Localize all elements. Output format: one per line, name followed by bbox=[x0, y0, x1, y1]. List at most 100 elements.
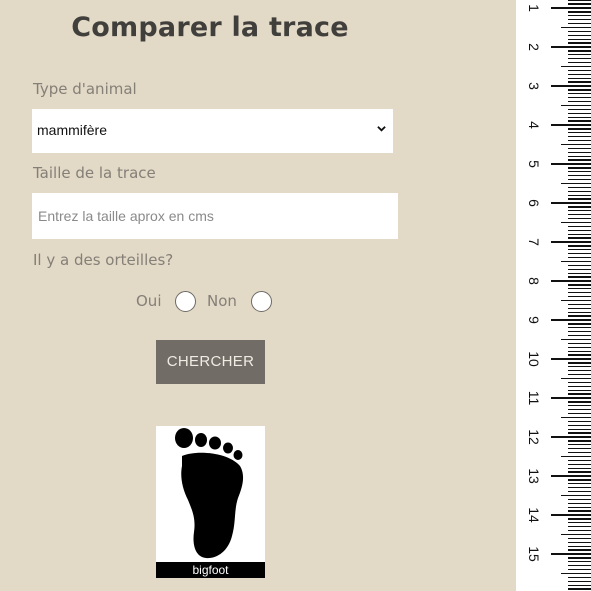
ruler-tick bbox=[568, 483, 591, 485]
ruler-tick bbox=[551, 202, 591, 204]
ruler-tick bbox=[568, 100, 591, 103]
ruler-tick bbox=[568, 175, 591, 177]
ruler-tick bbox=[568, 178, 591, 181]
ruler-tick bbox=[568, 331, 591, 333]
ruler-tick bbox=[551, 46, 591, 48]
chevron-down-icon bbox=[377, 126, 386, 132]
ruler-tick bbox=[568, 451, 591, 454]
size-label: Taille de la trace bbox=[33, 164, 156, 182]
ruler-tick bbox=[568, 295, 591, 298]
ruler-number: 3 bbox=[526, 82, 542, 90]
ruler-tick bbox=[568, 479, 591, 481]
size-input[interactable] bbox=[32, 193, 398, 239]
ruler-tick bbox=[568, 401, 591, 403]
ruler-tick bbox=[551, 436, 591, 438]
ruler-tick bbox=[568, 307, 591, 309]
ruler-tick bbox=[568, 440, 591, 442]
ruler-tick bbox=[568, 276, 591, 278]
ruler-tick bbox=[568, 245, 591, 247]
ruler-tick bbox=[568, 38, 591, 40]
ruler-tick bbox=[561, 65, 591, 68]
ruler-number: 11 bbox=[526, 390, 542, 406]
ruler-number: 13 bbox=[526, 468, 542, 484]
ruler-tick bbox=[568, 354, 591, 356]
ruler-tick bbox=[568, 561, 591, 563]
ruler-tick bbox=[568, 529, 591, 532]
ruler-tick bbox=[568, 366, 591, 368]
result-caption: bigfoot bbox=[156, 562, 265, 578]
ruler-tick bbox=[568, 510, 591, 512]
ruler-tick bbox=[561, 416, 591, 419]
ruler-tick bbox=[568, 463, 591, 465]
ruler-number: 9 bbox=[526, 316, 542, 324]
ruler-tick bbox=[568, 288, 591, 290]
ruler-tick bbox=[568, 97, 591, 99]
ruler-tick bbox=[568, 61, 591, 64]
ruler-tick bbox=[568, 350, 591, 352]
radio-oui[interactable] bbox=[175, 291, 196, 312]
ruler-tick bbox=[568, 34, 591, 36]
ruler-tick bbox=[568, 342, 591, 345]
ruler-tick bbox=[551, 319, 591, 321]
ruler-tick bbox=[551, 241, 591, 243]
ruler-tick bbox=[568, 15, 591, 17]
animal-type-select[interactable]: mammifère bbox=[32, 109, 393, 153]
ruler-tick bbox=[568, 69, 591, 72]
ruler-tick bbox=[568, 568, 591, 571]
animal-type-label: Type d'animal bbox=[33, 80, 137, 98]
ruler-tick bbox=[568, 327, 591, 329]
ruler-tick bbox=[568, 526, 591, 528]
ruler-tick bbox=[568, 549, 591, 551]
ruler-tick bbox=[568, 420, 591, 423]
ruler-tick bbox=[568, 139, 591, 142]
ruler-tick bbox=[568, 198, 591, 200]
ruler-tick bbox=[568, 292, 591, 294]
ruler-tick bbox=[568, 541, 591, 543]
ruler-tick bbox=[568, 19, 591, 21]
ruler-tick bbox=[551, 553, 591, 555]
ruler-tick bbox=[551, 280, 591, 282]
ruler-tick bbox=[568, 498, 591, 501]
result-card[interactable]: bigfoot bbox=[156, 426, 265, 578]
ruler-number: 10 bbox=[526, 351, 542, 367]
ruler-tick bbox=[561, 533, 591, 536]
ruler-tick bbox=[561, 299, 591, 302]
ruler-number: 2 bbox=[526, 43, 542, 51]
radio-non[interactable] bbox=[251, 291, 272, 312]
ruler-number: 12 bbox=[526, 429, 542, 445]
ruler-number: 4 bbox=[526, 121, 542, 129]
ruler-tick bbox=[568, 206, 591, 208]
ruler-tick bbox=[561, 182, 591, 185]
ruler-tick bbox=[568, 467, 591, 469]
ruler-tick bbox=[568, 487, 591, 489]
ruler-tick bbox=[568, 518, 591, 520]
ruler-tick bbox=[568, 373, 591, 376]
ruler-tick bbox=[568, 120, 591, 122]
ruler-tick bbox=[568, 73, 591, 75]
ruler-tick bbox=[561, 572, 591, 575]
ruler-tick bbox=[568, 459, 591, 462]
ruler-tick bbox=[568, 112, 591, 114]
ruler-tick bbox=[568, 128, 591, 130]
search-button[interactable]: CHERCHER bbox=[156, 340, 265, 384]
ruler-tick bbox=[568, 424, 591, 426]
footprint-icon bbox=[175, 428, 244, 559]
ruler-tick bbox=[568, 580, 591, 582]
ruler-number: 15 bbox=[526, 546, 542, 562]
ruler-tick bbox=[561, 221, 591, 224]
ruler-tick bbox=[568, 214, 591, 216]
ruler-tick bbox=[568, 537, 591, 540]
ruler-tick bbox=[568, 58, 591, 60]
ruler-tick bbox=[568, 405, 591, 407]
ruler-tick bbox=[568, 190, 591, 192]
ruler-tick bbox=[568, 385, 591, 387]
ruler-tick bbox=[568, 249, 591, 251]
ruler-tick bbox=[568, 506, 591, 508]
ruler-tick bbox=[568, 588, 591, 590]
ruler-tick bbox=[568, 132, 591, 134]
ruler-tick bbox=[561, 338, 591, 341]
ruler-tick bbox=[551, 358, 591, 360]
ruler-tick bbox=[568, 370, 591, 372]
ruler-tick bbox=[568, 565, 591, 567]
ruler-tick bbox=[551, 124, 591, 126]
